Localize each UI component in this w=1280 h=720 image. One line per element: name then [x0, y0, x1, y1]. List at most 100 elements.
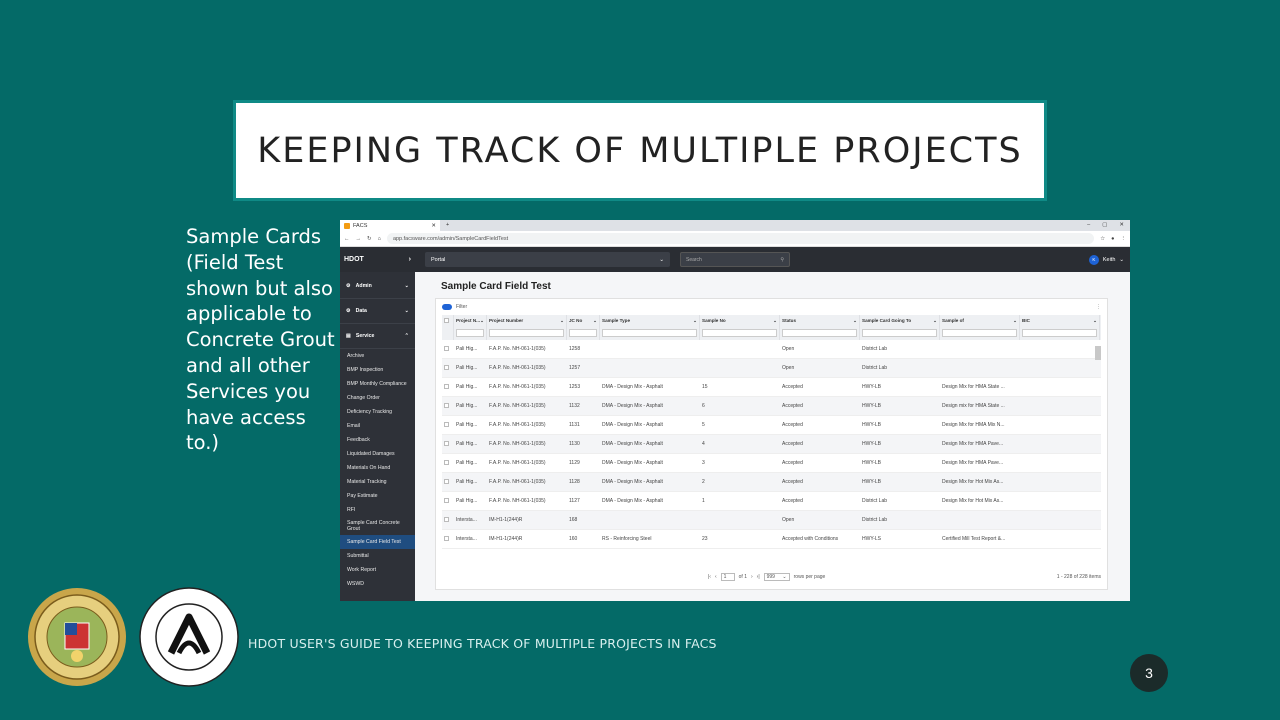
column-filter-input[interactable] [782, 329, 857, 337]
table-row[interactable]: Pali Hig... F.A.P. No. NH-061-1(035) 1127 D… [442, 492, 1101, 511]
browser-tab[interactable]: FACS ✕ [340, 220, 440, 231]
column-filter-input[interactable] [942, 329, 1017, 337]
table-row[interactable]: Intersta... IM-H1-1(244)R 160 RS - Reinforc… [442, 530, 1101, 549]
column-menu-icon[interactable]: ⌄ [933, 318, 937, 324]
page-size-select[interactable]: 999 ⌄ [763, 573, 790, 581]
column-menu-icon[interactable]: ⌄ [593, 318, 597, 324]
column-menu-icon[interactable]: ⌄ [693, 318, 697, 324]
sidebar-item[interactable]: Work Report [340, 563, 415, 577]
sidebar-item[interactable]: Pay Estimate [340, 489, 415, 503]
sidebar-group-data[interactable]: ⚙ Data ⌄ [340, 299, 415, 324]
table-row[interactable]: Intersta... IM-H1-1(244)R 168 Open District … [442, 511, 1101, 530]
chevron-right-icon[interactable]: › [409, 256, 411, 263]
sidebar-item[interactable]: Materials On Hand [340, 461, 415, 475]
column-menu-icon[interactable]: ⌄ [853, 318, 857, 324]
new-tab-button[interactable]: + [446, 220, 449, 231]
column-menu-icon[interactable]: ⌄ [1093, 318, 1097, 324]
prev-page-icon[interactable]: ‹ [715, 574, 717, 580]
reload-icon[interactable]: ↻ [367, 236, 372, 242]
row-checkbox[interactable] [444, 383, 449, 389]
row-checkbox[interactable] [444, 535, 449, 541]
sidebar-item[interactable]: BMP Monthly Compliance [340, 377, 415, 391]
column-header[interactable]: Sample No ⌄ [700, 315, 780, 340]
table-row[interactable]: Pali Hig... F.A.P. No. NH-061-1(035) 1128 D… [442, 473, 1101, 492]
portal-select[interactable]: Portal ⌄ [425, 252, 670, 267]
column-filter-input[interactable] [862, 329, 937, 337]
maximize-button[interactable]: ▢ [1102, 220, 1107, 231]
row-checkbox[interactable] [444, 516, 449, 522]
row-checkbox[interactable] [444, 402, 449, 408]
sidebar-item[interactable]: Submittal [340, 549, 415, 563]
row-checkbox[interactable] [444, 421, 449, 427]
sidebar-item[interactable]: Email [340, 419, 415, 433]
sidebar-item[interactable]: Deficiency Tracking [340, 405, 415, 419]
table-row[interactable]: Pali Hig... F.A.P. No. NH-061-1(035) 1257 O… [442, 359, 1101, 378]
column-menu-icon[interactable]: ⌄ [773, 318, 777, 324]
page-input[interactable]: 1 [720, 573, 735, 581]
close-window-button[interactable]: ✕ [1119, 220, 1124, 231]
first-page-icon[interactable]: |‹ [708, 574, 711, 580]
column-header[interactable]: JC No ⌄ [567, 315, 600, 340]
sidebar-group-admin[interactable]: ⚙ Admin ⌄ [340, 274, 415, 299]
sidebar-item[interactable]: WSWD [340, 577, 415, 591]
column-menu-icon[interactable]: ⌄ [1013, 318, 1017, 324]
row-checkbox[interactable] [444, 478, 449, 484]
sidebar-item[interactable]: Sample Card Concrete Grout [340, 517, 415, 535]
column-header[interactable]: Sample Type ⌄ [600, 315, 700, 340]
star-icon[interactable]: ☆ [1100, 236, 1105, 242]
sidebar-item[interactable]: Feedback [340, 433, 415, 447]
table-row[interactable]: Pali Hig... F.A.P. No. NH-061-1(035) 1131 D… [442, 416, 1101, 435]
column-menu-icon[interactable]: ⌄ [480, 318, 484, 324]
row-checkbox[interactable] [444, 364, 449, 370]
checkbox[interactable] [444, 318, 449, 323]
home-icon[interactable]: ⌂ [378, 236, 381, 242]
back-icon[interactable]: ← [344, 236, 350, 242]
sidebar-item[interactable]: BMP Inspection [340, 363, 415, 377]
sidebar-group-service[interactable]: ▤ Service ⌃ [340, 324, 415, 349]
column-filter-input[interactable] [1022, 329, 1097, 337]
table-row[interactable]: Pali Hig... F.A.P. No. NH-061-1(035) 1130 D… [442, 435, 1101, 454]
column-header[interactable]: Project Number ⌄ [487, 315, 567, 340]
sidebar-item[interactable]: Archive [340, 349, 415, 363]
menu-icon[interactable]: ⋮ [1121, 236, 1127, 242]
row-checkbox[interactable] [444, 345, 449, 351]
row-checkbox[interactable] [444, 497, 449, 503]
table-row[interactable]: Pali Hig... F.A.P. No. NH-061-1(035) 1129 D… [442, 454, 1101, 473]
user-menu[interactable]: K Keith ⌄ [1088, 254, 1130, 265]
sidebar-item[interactable]: RFI [340, 503, 415, 517]
row-checkbox[interactable] [444, 440, 449, 446]
table-row[interactable]: Pali Hig... F.A.P. No. NH-061-1(035) 1132 D… [442, 397, 1101, 416]
sidebar-item[interactable]: Change Order [340, 391, 415, 405]
address-bar[interactable]: app.facsware.com/admin/SampleCardFieldTe… [386, 233, 1095, 244]
column-menu-icon[interactable]: ⌄ [560, 318, 564, 324]
sidebar-item[interactable]: Liquidated Damages [340, 447, 415, 461]
filter-toggle[interactable] [442, 304, 452, 310]
row-checkbox[interactable] [444, 459, 449, 465]
column-header[interactable]: Project N... ⌄ [454, 315, 487, 340]
column-filter-input[interactable] [456, 329, 484, 337]
address-bar-row: ← → ↻ ⌂ app.facsware.com/admin/SampleCar… [340, 231, 1130, 247]
column-header[interactable]: Sample of ⌄ [940, 315, 1020, 340]
column-header[interactable]: Status ⌄ [780, 315, 860, 340]
column-filter-input[interactable] [602, 329, 697, 337]
row-checkbox-cell [442, 535, 454, 543]
last-page-icon[interactable]: ›| [757, 574, 760, 580]
column-filter-input[interactable] [702, 329, 777, 337]
table-row[interactable]: Pali Hig... F.A.P. No. NH-061-1(035) 1253 D… [442, 378, 1101, 397]
minimize-button[interactable]: – [1087, 220, 1090, 231]
sidebar-item[interactable]: Sample Card Field Test [340, 535, 415, 549]
sidebar-item[interactable]: Material Tracking [340, 475, 415, 489]
select-all-checkbox[interactable] [442, 315, 454, 340]
column-header[interactable]: Sample Card Going To ⌄ [860, 315, 940, 340]
column-filter-input[interactable] [569, 329, 597, 337]
scrollbar[interactable] [1095, 346, 1101, 360]
close-tab-icon[interactable]: ✕ [431, 223, 436, 229]
search-input[interactable]: Search ⚲ [680, 252, 790, 267]
more-options-icon[interactable]: ⋮ [1096, 304, 1101, 310]
column-header[interactable]: BIC ⌄ [1020, 315, 1100, 340]
column-filter-input[interactable] [489, 329, 564, 337]
next-page-icon[interactable]: › [751, 574, 753, 580]
forward-icon[interactable]: → [356, 236, 362, 242]
profile-icon[interactable]: ● [1111, 236, 1114, 242]
table-row[interactable]: Pali Hig... F.A.P. No. NH-061-1(035) 1258 O… [442, 340, 1101, 359]
